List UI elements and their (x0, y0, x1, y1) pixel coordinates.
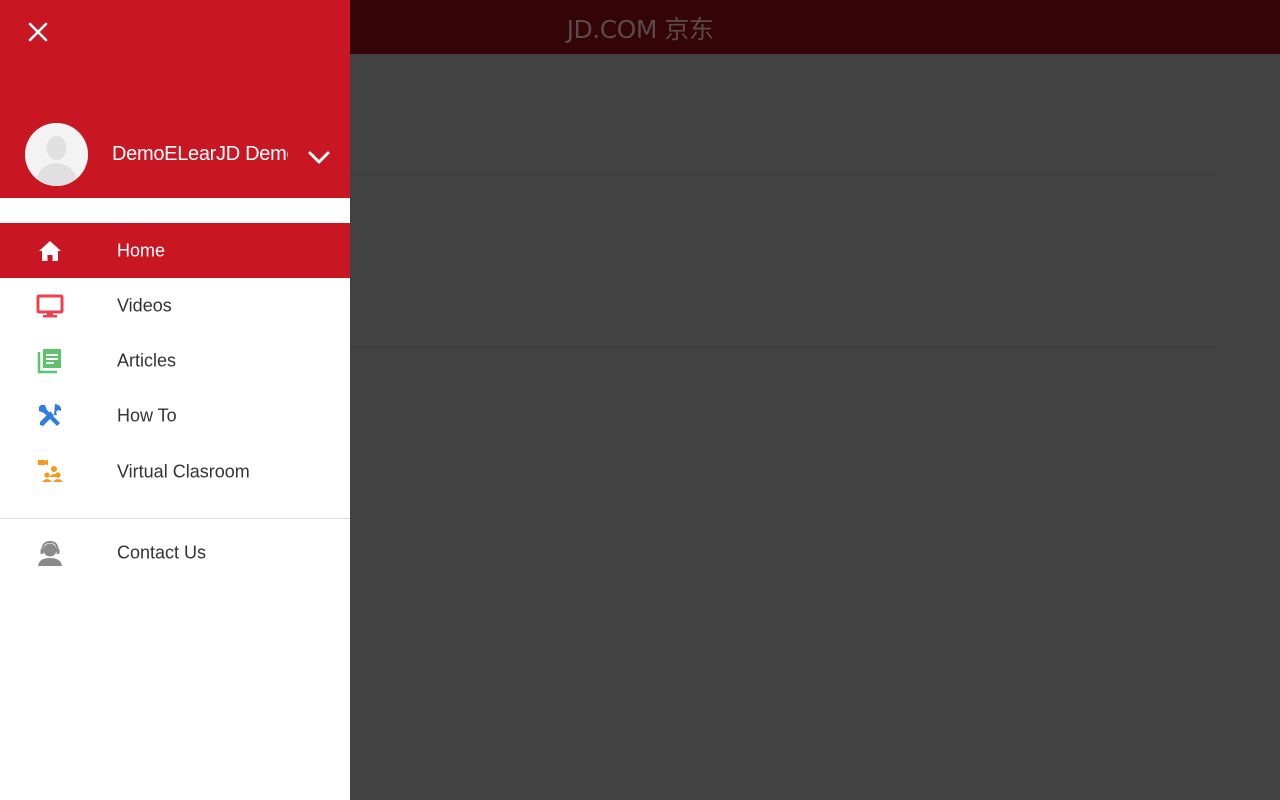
tools-icon (36, 402, 64, 430)
content-divider (350, 174, 1216, 175)
menu-item-label: Videos (117, 295, 172, 315)
home-icon (36, 237, 64, 265)
articles-icon (36, 347, 64, 375)
close-icon (28, 22, 48, 42)
virtual-classroom-icon (36, 458, 64, 486)
menu-item-virtual-classroom[interactable]: Virtual Clasroom (0, 444, 350, 499)
menu-item-label: Home (117, 240, 166, 260)
drawer-header: DemoELearJD Demo (0, 0, 350, 198)
navigation-drawer: DemoELearJD Demo Home Videos Articles Ho… (0, 0, 350, 800)
menu-item-articles[interactable]: Articles (0, 333, 350, 388)
menu-item-label: Articles (117, 350, 177, 370)
menu-item-label: Contact Us (117, 542, 207, 562)
user-placeholder-icon (25, 123, 88, 186)
monitor-icon (36, 292, 64, 320)
support-agent-icon (36, 539, 64, 567)
content-divider (350, 346, 1216, 347)
avatar[interactable] (25, 123, 88, 186)
close-button[interactable] (22, 16, 54, 48)
menu-item-how-to[interactable]: How To (0, 388, 350, 443)
account-dropdown-button[interactable] (305, 145, 333, 169)
chevron-down-icon (308, 151, 330, 164)
menu-item-videos[interactable]: Videos (0, 278, 350, 333)
menu-item-label: How To (117, 405, 177, 425)
menu-item-home[interactable]: Home (0, 223, 350, 278)
menu-divider (0, 518, 350, 519)
menu-item-contact-us[interactable]: Contact Us (0, 525, 350, 580)
user-name[interactable]: DemoELearJD Demo (112, 143, 288, 169)
menu-item-label: Virtual Clasroom (117, 461, 250, 481)
